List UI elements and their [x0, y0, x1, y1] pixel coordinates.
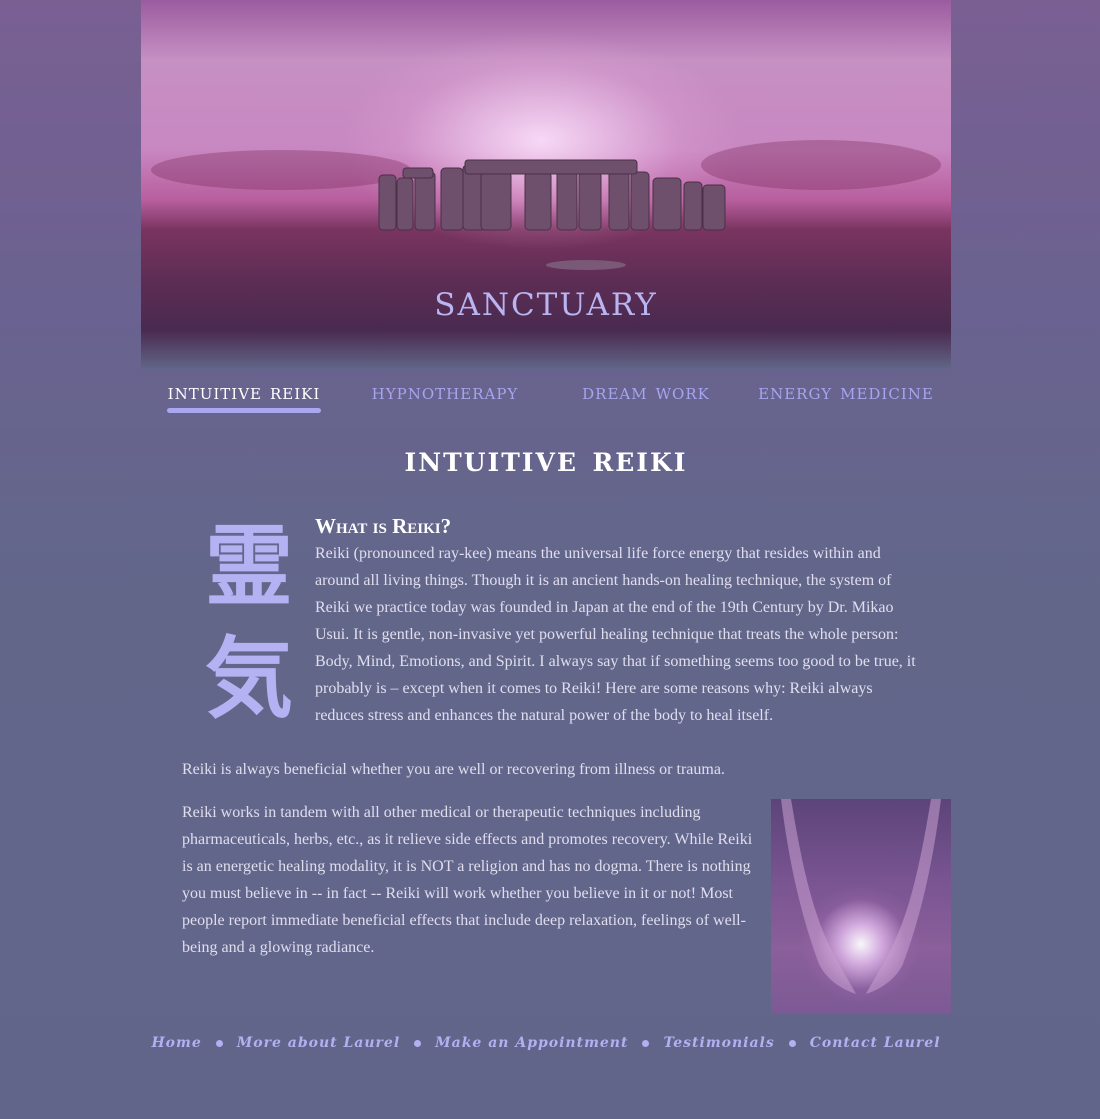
reiki-kanji-image: 霊 気	[199, 510, 299, 734]
tandem-paragraph: Reiki works in tandem with all other med…	[182, 804, 753, 956]
benefit-paragraph: Reiki is always beneficial whether you a…	[182, 761, 725, 778]
kanji-ki: 気	[204, 626, 293, 730]
footer-nav: Home More about Laurel Make an Appointment…	[141, 1035, 951, 1051]
main-nav: intuitive reiki hypnotherapy dream work …	[141, 380, 951, 420]
footer-link-contact[interactable]: Contact Laurel	[810, 1035, 941, 1051]
footer-link-about[interactable]: More about Laurel	[237, 1035, 400, 1051]
footer-link-appointment[interactable]: Make an Appointment	[435, 1035, 628, 1051]
separator-dot	[642, 1039, 650, 1047]
header-banner: sanctuary	[141, 0, 951, 370]
hands-illustration	[781, 799, 941, 994]
footer-link-testimonials[interactable]: Testimonials	[663, 1035, 774, 1051]
page-title: intuitive reiki	[404, 438, 688, 480]
separator-dot	[788, 1039, 796, 1047]
section-heading: What is Reiki?	[315, 514, 452, 538]
page-container: sanctuary intuitive reiki hypnotherapy d…	[141, 0, 951, 1119]
nav-item-energy-medicine[interactable]: energy medicine	[755, 380, 937, 416]
kanji-rei: 霊	[204, 514, 293, 618]
nav-item-dream-work[interactable]: dream work	[575, 380, 717, 416]
healing-hands-image	[771, 799, 951, 1013]
footer-link-home[interactable]: Home	[151, 1035, 201, 1051]
nav-item-hypnotherapy[interactable]: hypnotherapy	[367, 380, 523, 416]
intro-paragraph: Reiki (pronounced ray-kee) means the uni…	[315, 545, 916, 724]
separator-dot	[215, 1039, 223, 1047]
active-nav-underline	[167, 408, 321, 413]
separator-dot	[414, 1039, 422, 1047]
site-logo-title: sanctuary	[434, 275, 658, 326]
